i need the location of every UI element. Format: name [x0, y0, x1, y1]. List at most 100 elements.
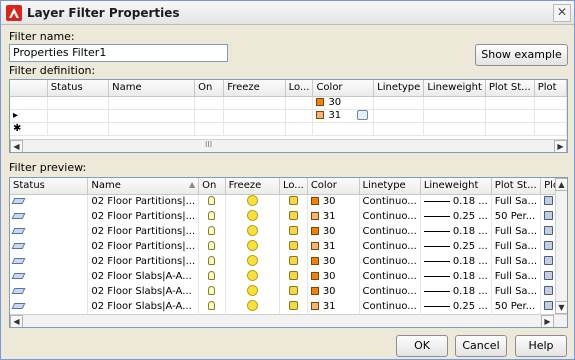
- table-row[interactable]: 02 Floor Slabs|A-A... 30 Continuo... 0.18 .…: [10, 269, 567, 285]
- scroll-grip[interactable]: III: [205, 140, 212, 149]
- lineweight-cell[interactable]: 0.18 ...: [420, 194, 492, 210]
- name-cell[interactable]: 02 Floor Slabs|A-A...: [87, 269, 200, 285]
- table-row[interactable]: 02 Floor Slabs|A-A... 31 Continuo... 0.25 .…: [10, 299, 567, 315]
- color-cell[interactable]: 31: [312, 109, 375, 123]
- lineweight-cell[interactable]: 0.18 ...: [420, 284, 492, 300]
- lock-cell[interactable]: [279, 284, 308, 300]
- table-row[interactable]: 02 Floor Partitions|... 30 Continuo... 0.18…: [10, 194, 567, 210]
- color-cell[interactable]: 30: [307, 269, 360, 285]
- on-cell[interactable]: [198, 284, 226, 300]
- table-row[interactable]: 02 Floor Slabs|A-A... 30 Continuo... 0.18 .…: [10, 284, 567, 300]
- lineweight-cell[interactable]: 0.25 ...: [420, 239, 492, 255]
- plot-style-cell[interactable]: Full Sa...: [491, 284, 542, 300]
- scroll-right-icon[interactable]: ▶: [541, 315, 554, 327]
- linetype-cell[interactable]: Continuo...: [359, 209, 421, 225]
- plot-style-cell[interactable]: Full Sa...: [491, 269, 542, 285]
- on-cell[interactable]: [198, 299, 226, 315]
- status-cell[interactable]: [10, 209, 89, 225]
- lineweight-cell[interactable]: 0.25 ...: [420, 299, 492, 315]
- ellipsis-button[interactable]: [357, 109, 369, 120]
- column-header-linetype[interactable]: Linetype: [359, 178, 421, 195]
- column-header-freeze[interactable]: Freeze: [223, 80, 286, 97]
- name-cell[interactable]: 02 Floor Slabs|A-A...: [87, 299, 200, 315]
- freeze-cell[interactable]: [225, 299, 280, 315]
- on-cell[interactable]: [198, 269, 226, 285]
- column-header-status[interactable]: Status: [47, 80, 110, 97]
- status-cell[interactable]: [10, 269, 89, 285]
- preview-horizontal-scrollbar[interactable]: ◀ ▶: [10, 314, 567, 327]
- lock-cell[interactable]: [279, 269, 308, 285]
- plot-style-cell[interactable]: 50 Per...: [491, 209, 542, 225]
- column-header-lock[interactable]: Lo...: [285, 80, 314, 97]
- name-cell[interactable]: 02 Floor Slabs|A-A...: [87, 284, 200, 300]
- definition-row[interactable]: 30: [10, 96, 567, 110]
- lock-cell[interactable]: [279, 209, 308, 225]
- color-cell[interactable]: 30: [307, 224, 360, 240]
- help-button[interactable]: Help: [515, 335, 567, 357]
- lock-cell[interactable]: [279, 224, 308, 240]
- preview-vertical-scrollbar[interactable]: ▲ ▼: [555, 178, 567, 314]
- plot-style-cell[interactable]: Full Sa...: [491, 224, 542, 240]
- on-cell[interactable]: [198, 209, 226, 225]
- color-cell[interactable]: 31: [307, 299, 360, 315]
- scroll-up-icon[interactable]: ▲: [555, 178, 567, 191]
- scroll-left-icon[interactable]: ◀: [10, 315, 23, 327]
- scroll-down-icon[interactable]: ▼: [555, 301, 567, 314]
- table-row[interactable]: 02 Floor Partitions|... 30 Continuo... 0.18…: [10, 254, 567, 270]
- color-cell[interactable]: [312, 122, 375, 136]
- column-header-on[interactable]: On: [198, 178, 226, 195]
- column-header-lineweight[interactable]: Lineweight: [423, 80, 486, 97]
- lineweight-cell[interactable]: 0.18 ...: [420, 269, 492, 285]
- lock-cell[interactable]: [279, 239, 308, 255]
- name-cell[interactable]: 02 Floor Partitions|...: [87, 209, 200, 225]
- plot-style-cell[interactable]: Full Sa...: [491, 194, 542, 210]
- plot-style-cell[interactable]: Full Sa...: [491, 239, 542, 255]
- column-header-lineweight[interactable]: Lineweight: [420, 178, 492, 195]
- plot-style-cell[interactable]: 50 Per...: [491, 299, 542, 315]
- freeze-cell[interactable]: [225, 284, 280, 300]
- ok-button[interactable]: OK: [396, 335, 448, 357]
- definition-row[interactable]: ▸ 31: [10, 109, 567, 123]
- lock-cell[interactable]: [279, 194, 308, 210]
- freeze-cell[interactable]: [225, 194, 280, 210]
- plot-style-cell[interactable]: Full Sa...: [491, 254, 542, 270]
- on-cell[interactable]: [198, 239, 226, 255]
- column-header-status[interactable]: Status: [10, 178, 89, 195]
- column-header-on[interactable]: On: [194, 80, 225, 97]
- color-cell[interactable]: 31: [307, 209, 360, 225]
- lineweight-cell[interactable]: 0.25 ...: [420, 209, 492, 225]
- close-button[interactable]: ✕: [553, 4, 571, 22]
- linetype-cell[interactable]: Continuo...: [359, 239, 421, 255]
- color-cell[interactable]: 30: [307, 254, 360, 270]
- linetype-cell[interactable]: Continuo...: [359, 254, 421, 270]
- show-example-button[interactable]: Show example: [475, 44, 568, 66]
- lineweight-cell[interactable]: 0.18 ...: [420, 254, 492, 270]
- column-header-plot[interactable]: Plot: [534, 80, 567, 97]
- column-header-name[interactable]: Name: [108, 80, 196, 97]
- status-cell[interactable]: [10, 299, 89, 315]
- freeze-cell[interactable]: [225, 224, 280, 240]
- on-cell[interactable]: [198, 194, 226, 210]
- linetype-cell[interactable]: Continuo...: [359, 224, 421, 240]
- table-row[interactable]: 02 Floor Partitions|... 31 Continuo... 0.25…: [10, 239, 567, 255]
- column-header-linetype[interactable]: Linetype: [373, 80, 425, 97]
- scroll-right-icon[interactable]: ▶: [554, 140, 567, 152]
- column-header-plot-style[interactable]: Plot St...: [485, 80, 535, 97]
- color-cell[interactable]: 31: [307, 239, 360, 255]
- freeze-cell[interactable]: [225, 209, 280, 225]
- name-cell[interactable]: 02 Floor Partitions|...: [87, 224, 200, 240]
- status-cell[interactable]: [10, 224, 89, 240]
- on-cell[interactable]: [198, 224, 226, 240]
- name-cell[interactable]: 02 Floor Partitions|...: [87, 239, 200, 255]
- column-header-lock[interactable]: Lo...: [279, 178, 308, 195]
- column-header-name[interactable]: Name ▲: [87, 178, 200, 195]
- status-cell[interactable]: [10, 194, 89, 210]
- linetype-cell[interactable]: Continuo...: [359, 194, 421, 210]
- status-cell[interactable]: [10, 254, 89, 270]
- name-cell[interactable]: 02 Floor Partitions|...: [87, 194, 200, 210]
- linetype-cell[interactable]: Continuo...: [359, 284, 421, 300]
- status-cell[interactable]: [10, 284, 89, 300]
- column-header-plot-style[interactable]: Plot St...: [491, 178, 542, 195]
- definition-horizontal-scrollbar[interactable]: ◀ III ▶: [10, 139, 567, 152]
- table-row[interactable]: 02 Floor Partitions|... 30 Continuo... 0.18…: [10, 224, 567, 240]
